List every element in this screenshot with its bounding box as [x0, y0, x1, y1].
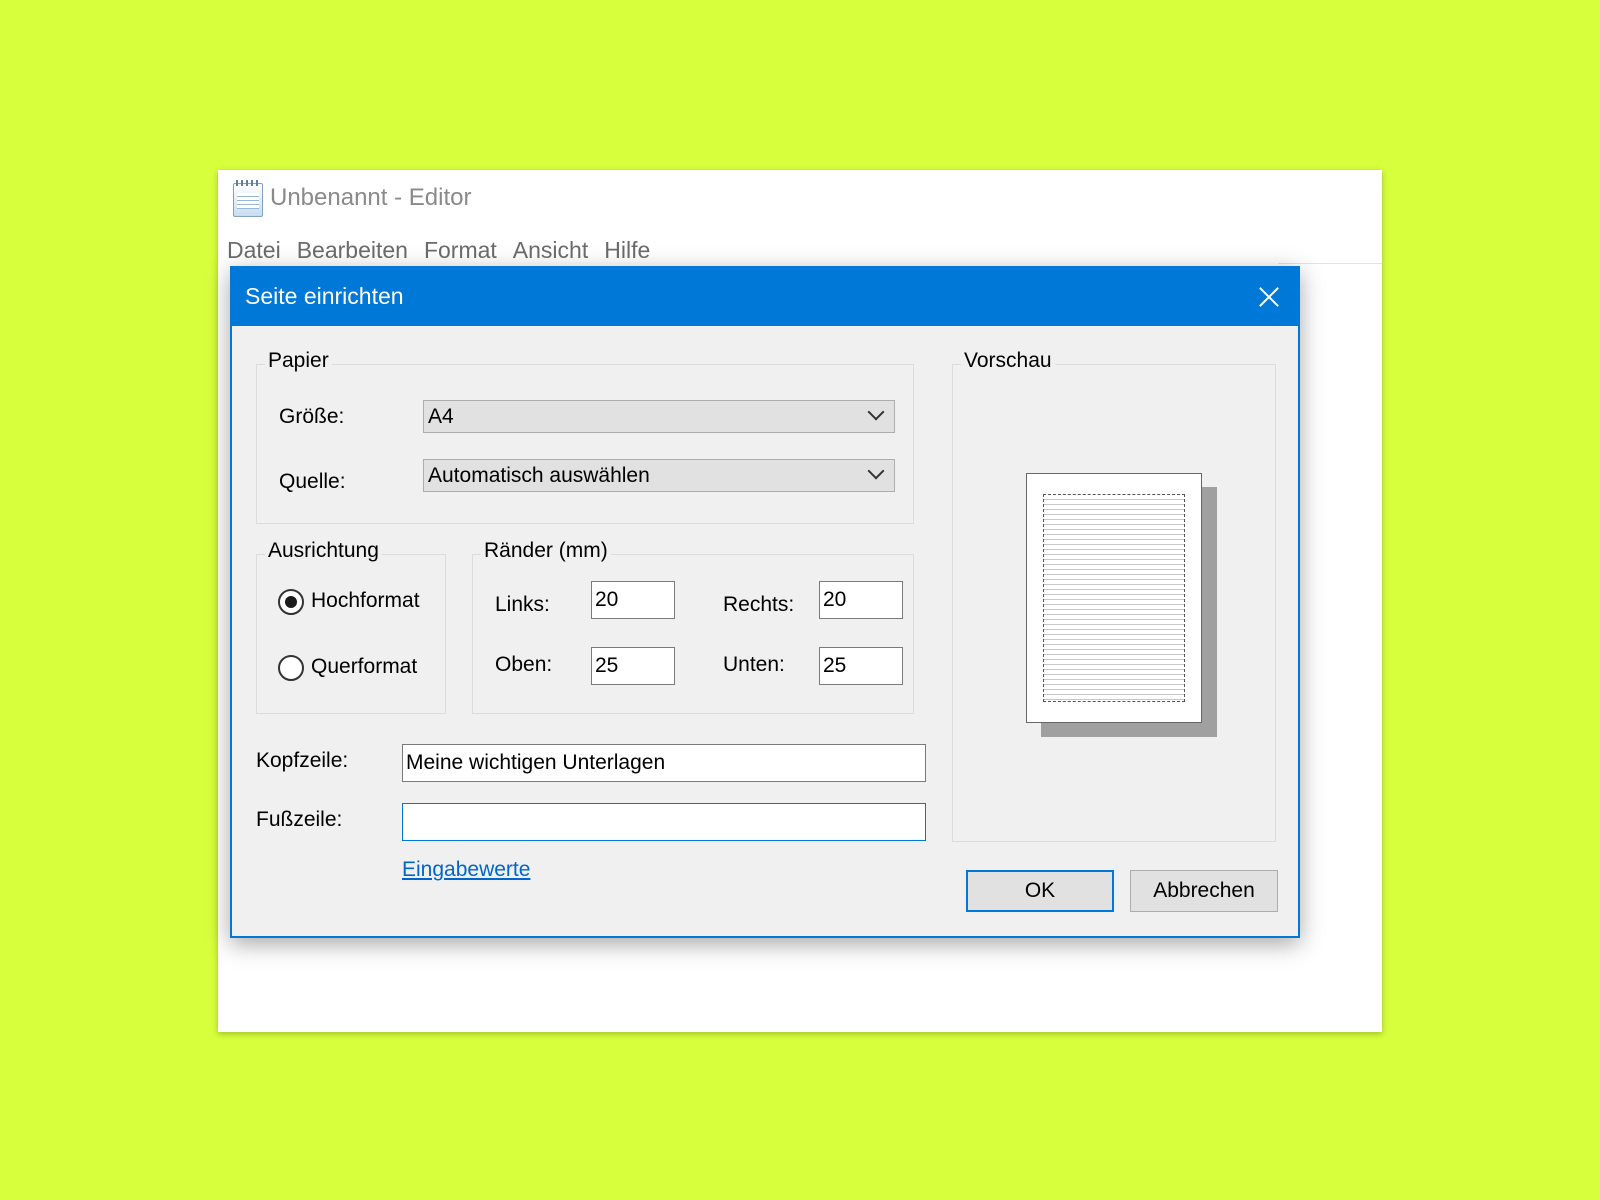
input-values-link[interactable]: Eingabewerte — [402, 858, 530, 882]
source-select-value: Automatisch auswählen — [428, 464, 650, 487]
size-select-value: A4 — [428, 405, 454, 428]
size-select[interactable]: A4 — [423, 400, 895, 433]
menu-format[interactable]: Format — [423, 230, 498, 270]
header-input[interactable] — [402, 744, 926, 782]
source-label: Quelle: — [279, 470, 346, 493]
editor-titlebar: Unbenannt - Editor — [218, 170, 1382, 230]
margins-group-label: Ränder (mm) — [481, 539, 611, 563]
preview-group: Vorschau — [952, 349, 1276, 842]
portrait-label[interactable]: Hochformat — [311, 589, 420, 613]
margin-right-input[interactable] — [819, 581, 903, 619]
cancel-button[interactable]: Abbrechen — [1130, 870, 1278, 912]
header-label: Kopfzeile: — [256, 749, 349, 772]
menubar: Datei Bearbeiten Format Ansicht Hilfe — [226, 230, 651, 270]
close-icon[interactable] — [1234, 268, 1298, 326]
ok-button[interactable]: OK — [966, 870, 1114, 912]
source-select[interactable]: Automatisch auswählen — [423, 459, 895, 492]
footer-label: Fußzeile: — [256, 808, 343, 831]
dialog-title: Seite einrichten — [245, 283, 404, 309]
menu-ansicht[interactable]: Ansicht — [512, 230, 589, 270]
size-label: Größe: — [279, 405, 345, 428]
margin-left-input[interactable] — [591, 581, 675, 619]
menu-hilfe[interactable]: Hilfe — [603, 230, 651, 270]
paper-group-label: Papier — [265, 349, 332, 373]
preview-group-label: Vorschau — [961, 349, 1055, 373]
orientation-group-label: Ausrichtung — [265, 539, 382, 563]
chevron-down-icon — [867, 462, 885, 480]
notepad-icon — [233, 180, 263, 217]
margin-left-label: Links: — [495, 593, 550, 616]
margin-right-label: Rechts: — [723, 593, 795, 616]
portrait-radio[interactable] — [278, 589, 304, 615]
preview-page — [1026, 473, 1202, 723]
landscape-radio[interactable] — [278, 655, 304, 681]
landscape-label[interactable]: Querformat — [311, 655, 417, 679]
page-setup-dialog: Seite einrichten Papier Größe: A4 Quelle… — [230, 266, 1300, 938]
menu-datei[interactable]: Datei — [226, 230, 282, 270]
menu-bearbeiten[interactable]: Bearbeiten — [296, 230, 409, 270]
footer-input[interactable] — [402, 803, 926, 841]
preview-margin-box — [1043, 494, 1185, 702]
margin-bottom-label: Unten: — [723, 653, 785, 676]
margin-top-label: Oben: — [495, 653, 553, 676]
orientation-group: Ausrichtung Hochformat Querformat — [256, 539, 446, 714]
menu-separator — [1278, 263, 1382, 264]
margins-group: Ränder (mm) Links: Rechts: Oben: Unten: — [472, 539, 914, 714]
margin-top-input[interactable] — [591, 647, 675, 685]
margin-bottom-input[interactable] — [819, 647, 903, 685]
dialog-titlebar: Seite einrichten — [232, 268, 1298, 326]
paper-group: Papier Größe: A4 Quelle: Automatisch aus… — [256, 349, 914, 524]
editor-title: Unbenannt - Editor — [270, 184, 472, 211]
chevron-down-icon — [867, 403, 885, 421]
